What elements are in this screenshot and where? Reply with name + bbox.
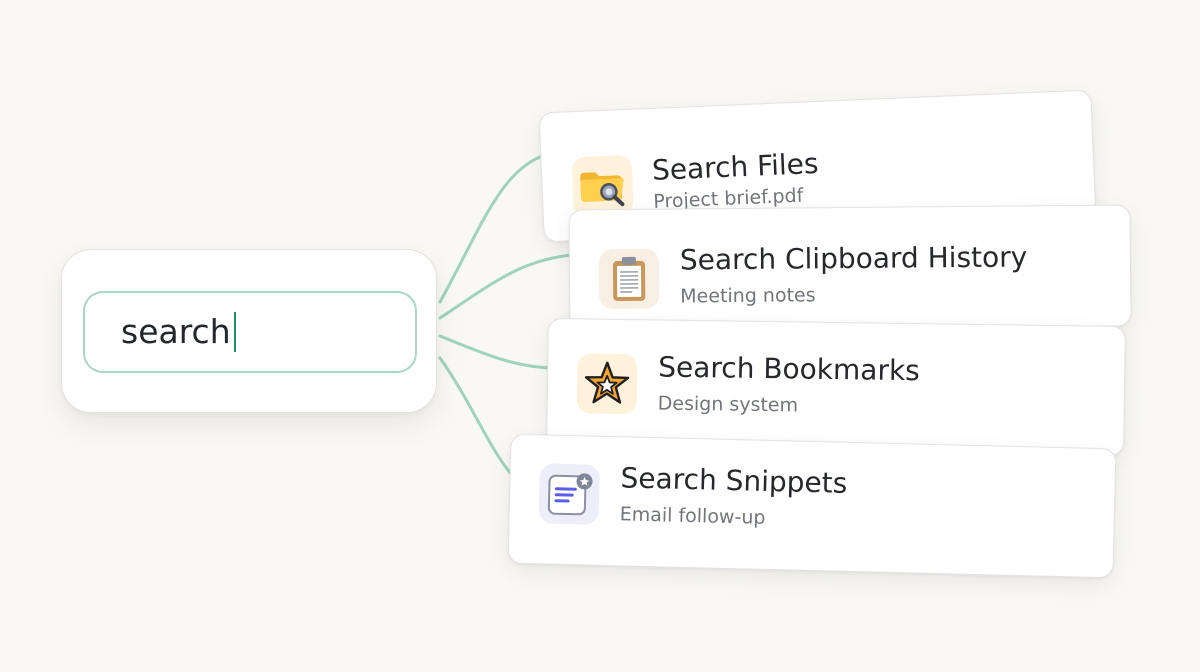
- connector-to-snippets: [438, 356, 514, 477]
- result-subtitle: Meeting notes: [680, 284, 816, 308]
- search-panel: search: [61, 249, 437, 413]
- result-search-snippets[interactable]: Search Snippets Email follow-up: [507, 433, 1117, 579]
- result-subtitle: Email follow-up: [619, 503, 766, 529]
- result-title: Search Snippets: [620, 461, 848, 500]
- connector-to-search-files: [438, 153, 547, 304]
- result-title: Search Files: [651, 146, 820, 187]
- result-search-bookmarks[interactable]: Search Bookmarks Design system: [546, 317, 1126, 457]
- search-input-text: search: [121, 312, 236, 352]
- clipboard-icon: [598, 248, 660, 310]
- snippet-icon: [538, 463, 600, 525]
- result-subtitle: Design system: [657, 392, 799, 417]
- result-title: Search Bookmarks: [658, 350, 920, 388]
- text-caret: [233, 312, 236, 352]
- result-search-clipboard-history[interactable]: Search Clipboard History Meeting notes: [568, 204, 1132, 332]
- connector-to-bookmarks: [438, 334, 552, 370]
- star-icon: [576, 353, 638, 415]
- result-title: Search Clipboard History: [679, 240, 1028, 277]
- folder-search-icon: [571, 154, 634, 218]
- search-input[interactable]: search: [83, 291, 417, 373]
- search-query: search: [121, 312, 231, 351]
